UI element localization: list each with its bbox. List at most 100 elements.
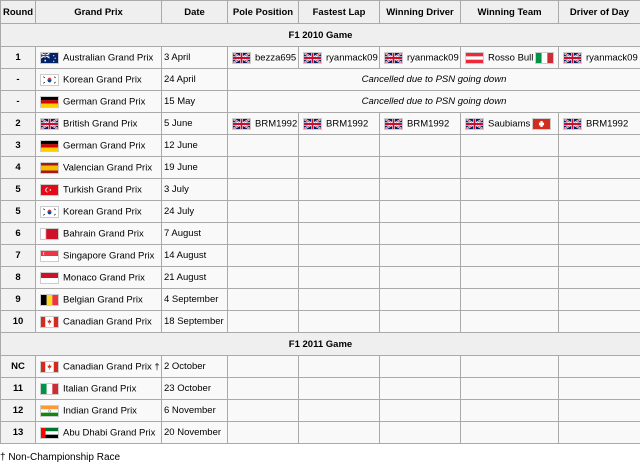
round-cell: 2: [0, 112, 36, 135]
date-cell-text: 7 August: [164, 228, 201, 239]
fastest-lap-cell-text: BRM1992: [326, 118, 369, 130]
round-cell-text: 13: [12, 427, 24, 438]
uk-flag-icon: [563, 117, 582, 130]
empty-cell: [460, 310, 559, 333]
empty-cell: [379, 156, 461, 179]
table-row: 2 British Grand Prix 5 June BRM1992 BRM1992 B…: [0, 112, 640, 135]
section-title: F1 2011 Game: [0, 332, 640, 356]
empty-cell: [379, 310, 461, 333]
grand-prix-cell: Korean Grand Prix: [35, 200, 162, 223]
grand-prix-cell-text: Abu Dhabi Grand Prix: [63, 427, 156, 439]
empty-cell: [298, 134, 380, 157]
table-row: NC Canadian Grand Prix † 2 October: [0, 355, 640, 378]
grand-prix-cell: Turkish Grand Prix: [35, 178, 162, 201]
round-cell-text: 3: [15, 140, 21, 151]
empty-cell: [558, 244, 640, 267]
date-cell: 6 November: [161, 399, 228, 422]
fastest-lap-cell-text: ryanmack09: [326, 52, 378, 64]
table-row: 1 Australian Grand Prix 3 April bezza695 rya…: [0, 46, 640, 69]
fastest-lap-cell: BRM1992: [298, 112, 380, 135]
empty-cell: [558, 377, 640, 400]
empty-cell: [558, 222, 640, 245]
italy-flag-icon: [40, 382, 59, 395]
round-cell-text: 5: [15, 184, 21, 195]
column-header: Winning Team: [460, 0, 559, 24]
grand-prix-cell-text: Singapore Grand Prix: [63, 250, 155, 262]
round-cell-text: 12: [12, 405, 24, 416]
empty-cell: [460, 288, 559, 311]
empty-cell: [460, 156, 559, 179]
empty-cell: [558, 134, 640, 157]
turkey-flag-icon: [40, 183, 59, 196]
uk-flag-icon: [384, 51, 403, 64]
uk-flag-icon: [563, 51, 582, 64]
south-korea-flag-icon: [40, 205, 59, 218]
empty-cell: [298, 244, 380, 267]
germany-flag-icon: [40, 139, 59, 152]
winning-driver-cell: BRM1992: [379, 112, 461, 135]
empty-cell: [227, 355, 299, 378]
empty-cell: [298, 421, 380, 444]
grand-prix-cell: Abu Dhabi Grand Prix: [35, 421, 162, 444]
cancelled-note-text: Cancelled due to PSN going down: [361, 74, 507, 85]
germany-flag-icon: [40, 95, 59, 108]
round-cell: 5: [0, 200, 36, 223]
grand-prix-cell: Singapore Grand Prix: [35, 244, 162, 267]
grand-prix-cell: British Grand Prix: [35, 112, 162, 135]
empty-cell: [460, 222, 559, 245]
date-cell: 3 April: [161, 46, 228, 69]
uk-flag-icon: [40, 117, 59, 130]
date-cell-text: 4 September: [164, 294, 219, 305]
cancelled-note: Cancelled due to PSN going down: [227, 90, 640, 113]
grand-prix-cell: Monaco Grand Prix: [35, 266, 162, 289]
round-cell: 12: [0, 399, 36, 422]
india-flag-icon: [40, 404, 59, 417]
empty-cell: [379, 222, 461, 245]
column-header: Winning Driver: [379, 0, 461, 24]
date-cell: 7 August: [161, 222, 228, 245]
grand-prix-cell-text: Australian Grand Prix: [63, 52, 154, 64]
date-cell-text: 23 October: [164, 383, 211, 394]
empty-cell: [227, 178, 299, 201]
date-cell-text: 18 September: [164, 316, 224, 327]
austria-flag-icon: [465, 51, 484, 64]
monaco-flag-icon: [40, 271, 59, 284]
empty-cell: [379, 200, 461, 223]
round-cell-text: NC: [11, 361, 25, 372]
winning-driver-cell-text: BRM1992: [407, 118, 450, 130]
grand-prix-cell: Australian Grand Prix: [35, 46, 162, 69]
empty-cell: [227, 266, 299, 289]
empty-cell: [298, 377, 380, 400]
section-header-row: F1 2011 Game: [0, 332, 640, 356]
empty-cell: [460, 421, 559, 444]
empty-cell: [558, 266, 640, 289]
round-cell-text: 2: [15, 118, 21, 129]
grand-prix-cell-text: Belgian Grand Prix: [63, 294, 143, 306]
round-cell-text: 4: [15, 162, 21, 173]
round-cell: 5: [0, 178, 36, 201]
column-header: Fastest Lap: [298, 0, 380, 24]
table-row: 3 German Grand Prix 12 June: [0, 134, 640, 157]
empty-cell: [379, 288, 461, 311]
round-cell: -: [0, 68, 36, 91]
empty-cell: [227, 244, 299, 267]
empty-cell: [558, 178, 640, 201]
australia-flag-icon: [40, 51, 59, 64]
table-row: 13 Abu Dhabi Grand Prix 20 November: [0, 421, 640, 444]
round-cell-text: 9: [15, 294, 21, 305]
cancelled-note-text: Cancelled due to PSN going down: [361, 96, 507, 107]
grand-prix-cell: Canadian Grand Prix †: [35, 355, 162, 378]
round-cell: 13: [0, 421, 36, 444]
grand-prix-cell: German Grand Prix: [35, 90, 162, 113]
grand-prix-cell-text: Canadian Grand Prix: [63, 316, 152, 328]
table-row: 5 Korean Grand Prix 24 July: [0, 200, 640, 223]
date-cell: 20 November: [161, 421, 228, 444]
grand-prix-cell-text: Canadian Grand Prix †: [63, 361, 160, 373]
round-cell-text: 5: [15, 206, 21, 217]
empty-cell: [379, 421, 461, 444]
grand-prix-cell: Belgian Grand Prix: [35, 288, 162, 311]
pole-position-cell: bezza695: [227, 46, 299, 69]
section-header-row: F1 2010 Game: [0, 23, 640, 47]
table-row: 7 Singapore Grand Prix 14 August: [0, 244, 640, 267]
empty-cell: [558, 288, 640, 311]
